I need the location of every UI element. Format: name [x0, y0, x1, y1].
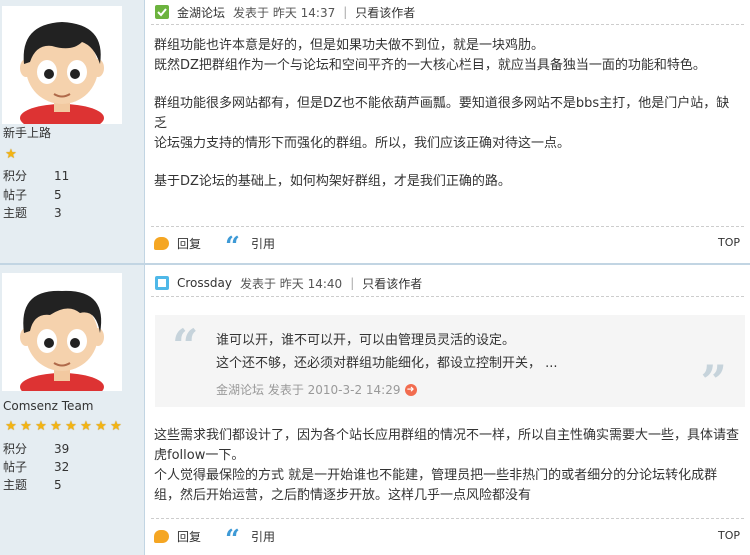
divider — [151, 296, 744, 297]
stat-threads: 主题 5 — [3, 478, 62, 492]
quote-line: 这个还不够，还必须对群组功能细化，都设立控制开关， ... — [216, 356, 558, 371]
post-content: 群组功能也许本意是好的，但是如果功夫做不到位，就是一块鸡肋。 既然DZ把群组作为… — [154, 36, 742, 192]
quote-button[interactable]: “ 引用 — [225, 232, 276, 262]
divider — [151, 24, 744, 25]
avatar[interactable] — [2, 6, 122, 132]
divider — [151, 226, 744, 227]
only-author-link[interactable]: 只看该作者 — [362, 275, 422, 292]
post-actions: 回复 “ 引用 — [154, 232, 299, 262]
stat-points: 积分 11 — [3, 169, 70, 183]
reply-label: 回复 — [177, 236, 202, 251]
user-title: Comsenz Team — [3, 399, 94, 413]
star-icon: ★ — [35, 419, 47, 434]
post-main: Crossday 发表于 昨天 14:40 | 只看该作者 “ 谁可以开，谁不可… — [145, 265, 750, 555]
post-2: Comsenz Team ★ ★ ★ ★ ★ ★ ★ ★ 积分 39 帖子 32 主… — [0, 265, 750, 555]
post-time: 发表于 昨天 14:37 — [233, 5, 336, 20]
post-time: 发表于 昨天 14:40 — [239, 276, 343, 291]
user-rank-stars: ★ ★ ★ ★ ★ ★ ★ ★ — [4, 420, 123, 434]
quote-line: 谁可以开，谁不可以开，可以由管理员灵活的设定。 — [216, 333, 516, 348]
quote-button[interactable]: “ 引用 — [225, 525, 276, 555]
paragraph: 群组功能很多网站都有，但是DZ也不能依葫芦画瓢。要知道很多网站不是bbs主打，他… — [154, 96, 730, 131]
paragraph: 群组功能也许本意是好的，但是如果功夫做不到位，就是一块鸡肋。 — [154, 38, 545, 53]
star-icon: ★ — [5, 147, 17, 162]
author-sidebar: Comsenz Team ★ ★ ★ ★ ★ ★ ★ ★ 积分 39 帖子 32 主… — [0, 265, 145, 555]
reply-button[interactable]: 回复 — [154, 528, 201, 545]
quote-label: 引用 — [251, 529, 276, 544]
post-content: 这些需求我们都设计了，因为各个站长应用群组的情况不一样，所以自主性确实需要大一些… — [154, 426, 742, 506]
go-to-post-icon[interactable]: ➜ — [404, 383, 417, 396]
separator: | — [350, 276, 355, 290]
star-icon: ★ — [50, 419, 62, 434]
stat-posts: 帖子 32 — [3, 460, 70, 474]
open-quote-icon: “ — [172, 319, 199, 373]
stat-threads: 主题 3 — [3, 206, 62, 220]
separator: | — [343, 5, 348, 19]
quote-icon: “ — [225, 525, 240, 555]
reply-icon — [154, 529, 169, 543]
paragraph: 虎follow一下。 — [154, 448, 245, 463]
paragraph: 个人觉得最保险的方式 就是一开始谁也不能建，管理员把一些非热门的或者细分的分论坛… — [154, 468, 718, 483]
post-header: Crossday 发表于 昨天 14:40 | 只看该作者 — [155, 273, 422, 293]
paragraph: 既然DZ把群组作为一个与论坛和空间平齐的一大核心栏目，就应当具备独当一面的功能和… — [154, 58, 706, 73]
close-quote-icon: ” — [700, 355, 727, 409]
user-rank-stars: ★ — [4, 148, 18, 162]
top-link[interactable]: TOP — [718, 236, 740, 249]
quote-icon: “ — [225, 232, 240, 262]
quote-block: “ 谁可以开，谁不可以开，可以由管理员灵活的设定。 这个还不够，还必须对群组功能… — [155, 315, 745, 407]
divider — [151, 518, 744, 519]
author-name[interactable]: Crossday — [177, 276, 232, 290]
post-main: 金湖论坛 发表于 昨天 14:37 | 只看该作者 群组功能也许本意是好的，但是… — [145, 0, 750, 265]
paragraph: 这些需求我们都设计了，因为各个站长应用群组的情况不一样，所以自主性确实需要大一些… — [154, 428, 740, 443]
top-link[interactable]: TOP — [718, 529, 740, 542]
author-sidebar: 新手上路 ★ 积分 11 帖子 5 主题 3 — [0, 0, 145, 265]
reply-label: 回复 — [177, 529, 202, 544]
stat-points: 积分 39 — [3, 442, 70, 456]
author-name[interactable]: 金湖论坛 — [177, 4, 225, 21]
post-1: 新手上路 ★ 积分 11 帖子 5 主题 3 金湖论坛 发表于 昨天 14:37 | … — [0, 0, 750, 265]
quote-meta: 金湖论坛 发表于 2010-3-2 14:29 ➜ — [216, 381, 417, 398]
post-header: 金湖论坛 发表于 昨天 14:37 | 只看该作者 — [155, 2, 415, 22]
user-title: 新手上路 — [3, 126, 52, 140]
stat-posts: 帖子 5 — [3, 188, 62, 202]
quote-label: 引用 — [251, 236, 276, 251]
online-user-icon — [155, 5, 169, 19]
star-icon: ★ — [65, 419, 77, 434]
paragraph: 基于DZ论坛的基础上，如何构架好群组，才是我们正确的路。 — [154, 174, 511, 189]
offline-user-icon — [155, 276, 169, 290]
reply-button[interactable]: 回复 — [154, 235, 201, 252]
star-icon: ★ — [95, 419, 107, 434]
paragraph: 论坛强力支持的情形下而强化的群组。所以，我们应该正确对待这一点。 — [154, 136, 571, 151]
reply-icon — [154, 236, 169, 250]
post-actions: 回复 “ 引用 — [154, 525, 299, 555]
star-icon: ★ — [110, 419, 122, 434]
only-author-link[interactable]: 只看该作者 — [355, 4, 415, 21]
star-icon: ★ — [20, 419, 32, 434]
star-icon: ★ — [80, 419, 92, 434]
paragraph: 组，然后开始运营，之后酌情逐步开放。这样几乎一点风险都没有 — [154, 488, 532, 503]
star-icon: ★ — [5, 419, 17, 434]
avatar[interactable] — [2, 273, 122, 401]
